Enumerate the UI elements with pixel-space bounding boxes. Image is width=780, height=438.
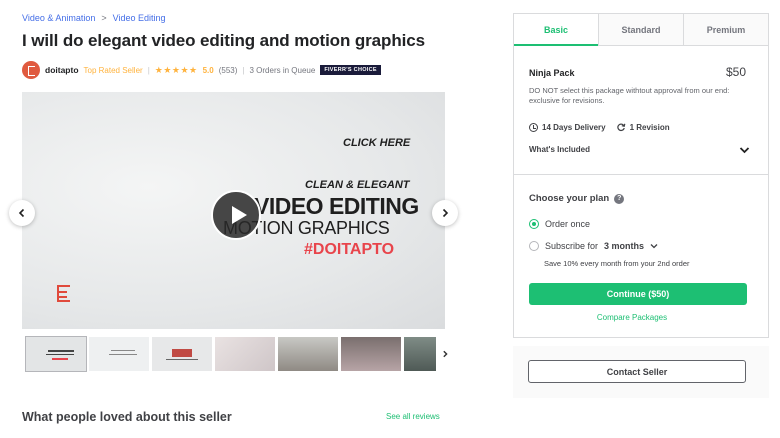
subscribe-period-select[interactable]: 3 months <box>604 241 644 251</box>
clock-icon <box>529 122 538 132</box>
plan-option-once-label: Order once <box>545 219 591 229</box>
revisions: 1 Revision <box>616 122 670 132</box>
gallery-click-here-text: CLICK HERE <box>343 137 411 149</box>
gallery-headline: VIDEO EDITING <box>254 193 419 219</box>
plan-option-once[interactable]: Order once <box>529 219 590 229</box>
divider <box>514 174 768 175</box>
seller-overview: doitapto Top Rated Seller | ★★★★★ 5.0 (5… <box>22 61 381 79</box>
gallery-thumbnail[interactable] <box>25 336 87 372</box>
gig-gallery[interactable]: CLICK HERE CLEAN & ELEGANT VIDEO EDITING… <box>22 92 445 329</box>
package-panel: Basic Standard Premium Ninja Pack $50 DO… <box>513 13 769 338</box>
contact-seller-section: Contact Seller <box>513 346 769 398</box>
subscribe-note: Save 10% every month from your 2nd order <box>544 259 690 268</box>
compare-packages-link[interactable]: Compare Packages <box>514 313 750 322</box>
package-tabs: Basic Standard Premium <box>514 14 768 46</box>
delivery-time: 14 Days Delivery <box>529 122 606 132</box>
seller-level: Top Rated Seller <box>83 65 143 75</box>
orders-in-queue: 3 Orders in Queue <box>249 65 316 75</box>
contact-seller-button[interactable]: Contact Seller <box>528 360 746 383</box>
separator: | <box>242 65 245 75</box>
radio-subscribe[interactable] <box>529 241 539 251</box>
see-all-reviews-link[interactable]: See all reviews <box>386 412 440 421</box>
gallery-hashtag: #DOITAPTO <box>304 241 395 258</box>
tab-premium[interactable]: Premium <box>683 14 768 45</box>
choose-plan-label: Choose your plan <box>529 193 610 204</box>
gallery-thumbnails <box>25 336 451 372</box>
chevron-left-icon <box>18 208 25 218</box>
tab-standard[interactable]: Standard <box>598 14 683 45</box>
whats-included-label: What's Included <box>529 145 591 154</box>
chevron-down-icon <box>739 146 750 153</box>
tab-basic[interactable]: Basic <box>514 14 598 46</box>
play-video-button[interactable] <box>211 190 261 240</box>
gallery-thumbnail[interactable] <box>89 337 149 371</box>
whats-included-toggle[interactable]: What's Included <box>529 145 750 154</box>
fiverrs-choice-badge: FIVERR'S CHOICE <box>320 65 381 75</box>
brand-logo-icon <box>57 285 70 302</box>
radio-order-once[interactable] <box>529 219 539 229</box>
delivery-time-label: 14 Days Delivery <box>542 122 606 132</box>
gallery-thumbnail[interactable] <box>341 337 401 371</box>
chevron-right-icon <box>442 208 449 218</box>
breadcrumb: Video & Animation > Video Editing <box>22 13 166 23</box>
revisions-label: 1 Revision <box>629 122 670 132</box>
package-price: $50 <box>725 65 746 79</box>
seller-name[interactable]: doitapto <box>45 65 79 75</box>
gallery-thumbnail[interactable] <box>215 337 275 371</box>
package-description: DO NOT select this package withtout appr… <box>529 86 730 105</box>
plan-option-subscribe-label: Subscribe for <box>545 241 599 251</box>
seller-avatar[interactable] <box>22 61 40 79</box>
gallery-prev-button[interactable] <box>9 200 35 226</box>
chevron-right-icon <box>443 350 448 358</box>
thumbnails-next-button[interactable] <box>439 337 451 371</box>
gallery-tagline: CLEAN & ELEGANT <box>305 179 410 191</box>
package-meta: 14 Days Delivery 1 Revision <box>529 122 670 132</box>
chevron-down-icon[interactable] <box>650 243 658 249</box>
refresh-icon <box>616 123 625 132</box>
gallery-thumbnail[interactable] <box>404 337 436 371</box>
gig-title: I will do elegant video editing and moti… <box>22 31 425 50</box>
breadcrumb-separator: > <box>101 13 107 23</box>
package-header: Ninja Pack $50 <box>529 65 746 79</box>
gallery-thumbnail[interactable] <box>152 337 212 371</box>
star-rating-icon: ★★★★★ <box>154 64 198 75</box>
help-icon[interactable]: ? <box>614 193 625 204</box>
package-name: Ninja Pack <box>529 68 575 78</box>
breadcrumb-item-video-animation[interactable]: Video & Animation <box>22 13 95 23</box>
reviews-heading: What people loved about this seller <box>22 410 232 424</box>
gallery-next-button[interactable] <box>432 200 458 226</box>
choose-plan-heading: Choose your plan ? <box>529 193 625 204</box>
gallery-thumbnail[interactable] <box>278 337 338 371</box>
continue-button[interactable]: Continue ($50) <box>529 283 747 305</box>
separator: | <box>147 65 150 75</box>
rating-score: 5.0 <box>202 65 214 75</box>
breadcrumb-item-video-editing[interactable]: Video Editing <box>113 13 166 23</box>
plan-option-subscribe[interactable]: Subscribe for 3 months <box>529 241 658 251</box>
review-count[interactable]: (553) <box>219 66 238 75</box>
